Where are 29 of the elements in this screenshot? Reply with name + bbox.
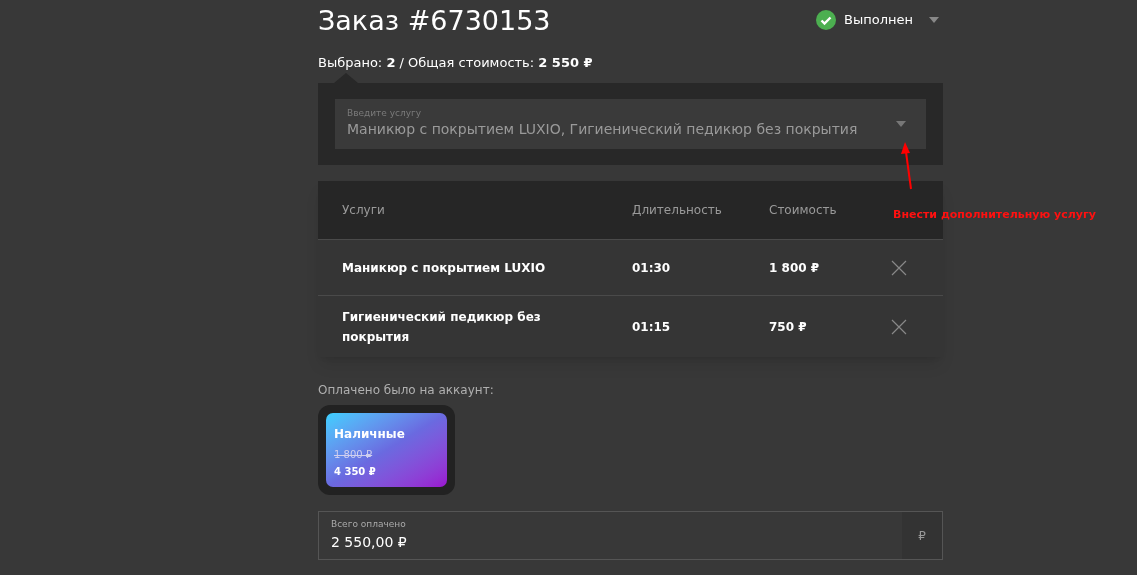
close-icon[interactable] xyxy=(891,318,907,335)
payment-card[interactable]: Наличные 1 800 ₽ 4 350 ₽ xyxy=(318,405,455,495)
card-amount: 4 350 ₽ xyxy=(334,465,376,479)
old-amount: 1 800 ₽ xyxy=(334,448,373,462)
service-select[interactable]: Введите услугу Маникюр с покрытием LUXIO, Гигиенический педикюр без покрытия xyxy=(335,99,926,149)
payment-label: Оплачено было на аккаунт: xyxy=(318,382,495,399)
order-summary: Выбрано: 2 / Общая стоимость: 2 550 ₽ xyxy=(318,56,594,69)
field-value: Маникюр с покрытием LUXIO, Гигиенический педикюр без покрытия xyxy=(347,120,858,140)
card-title: Наличные xyxy=(334,426,405,443)
table-cell-text: 750 ₽ xyxy=(769,318,808,336)
field-label: Введите услугу xyxy=(347,107,423,120)
close-icon[interactable] xyxy=(891,259,907,276)
annotation-note: Внести дополнительную услугу xyxy=(893,207,1096,223)
caret-icon xyxy=(929,17,939,23)
table-cell-text: 01:15 xyxy=(632,318,672,336)
table-cell-text: Маникюр с покрытием LUXIO xyxy=(341,259,547,277)
currency-suffix: ₽ xyxy=(902,512,942,559)
field-value: 2 550,00 ₽ xyxy=(331,532,408,552)
status-dropdown[interactable]: Выполнен xyxy=(816,10,943,30)
caret-icon xyxy=(896,121,906,127)
table-cell-text: 01:30 xyxy=(632,259,672,277)
table-cell-text: 1 800 ₽ xyxy=(769,259,821,277)
field-label: Всего оплачено xyxy=(331,518,407,532)
column-header: Услуги xyxy=(341,202,386,219)
order-title: Заказ #6730153 xyxy=(318,6,551,34)
column-header: Стоимость xyxy=(769,202,837,219)
table-cell-text: Гигиенический педикюр без покрытия xyxy=(341,308,542,346)
total-field[interactable]: Всего оплачено 2 550,00 ₽ ₽ xyxy=(318,511,943,560)
column-header: Длительность xyxy=(632,202,723,219)
